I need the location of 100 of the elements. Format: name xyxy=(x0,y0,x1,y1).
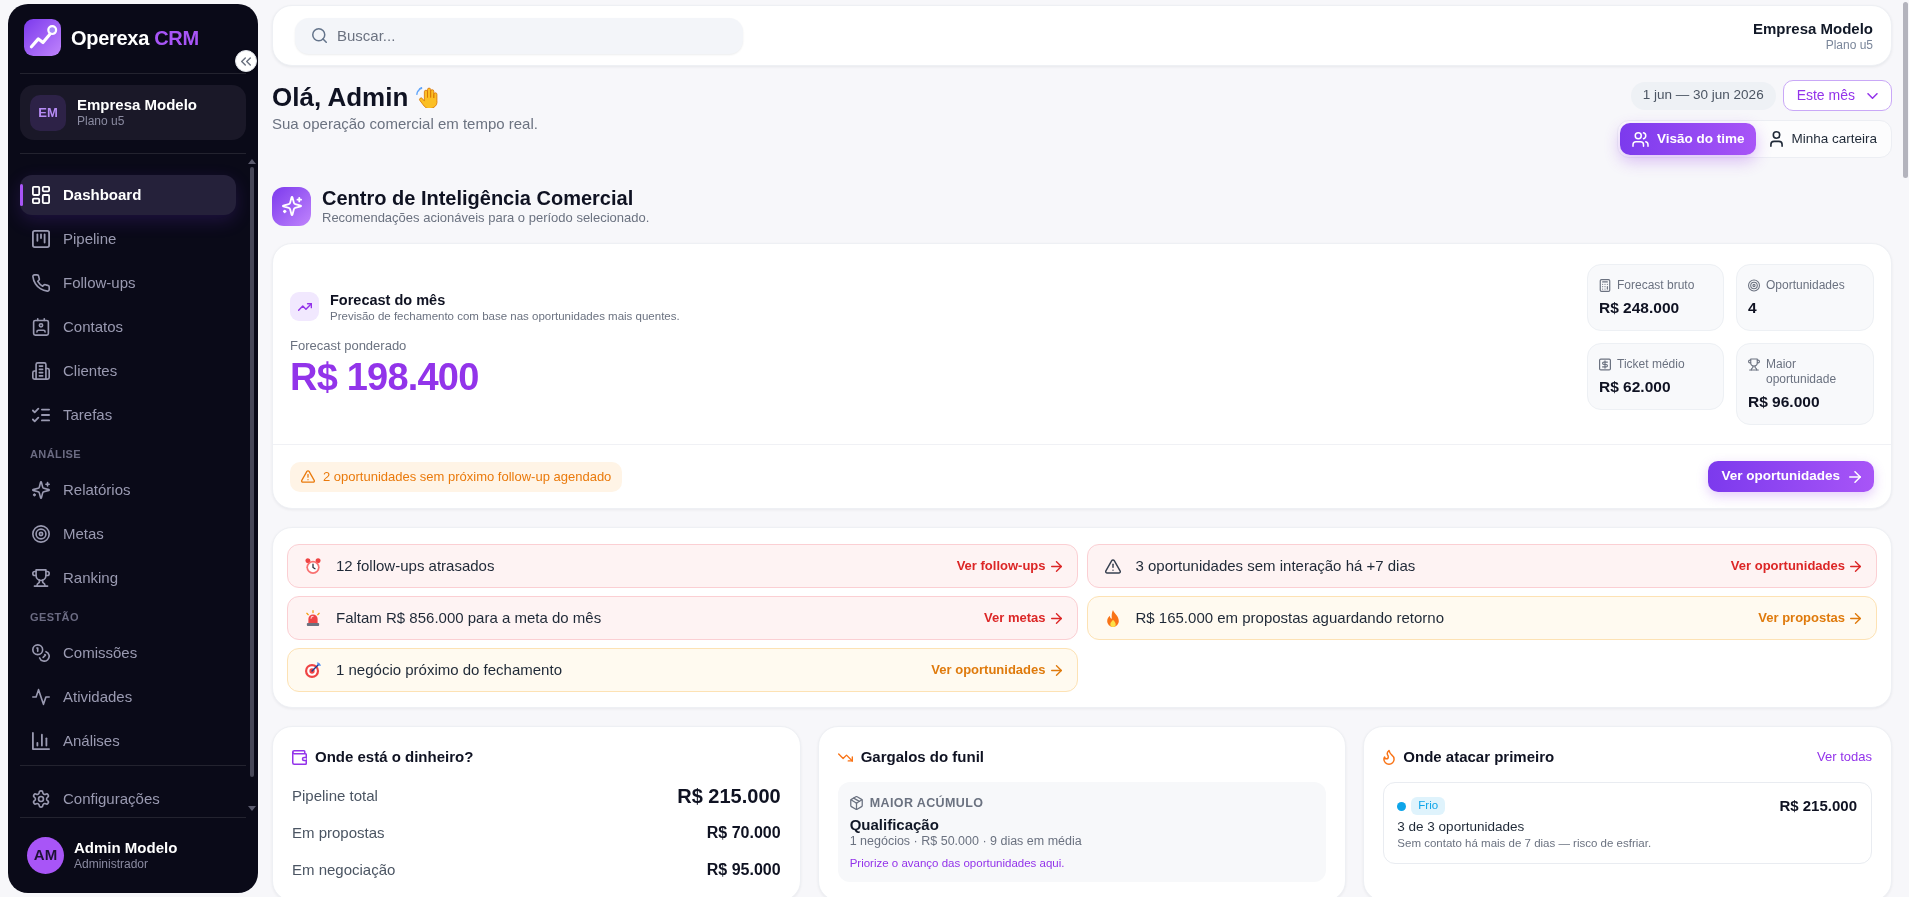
trend-down-icon xyxy=(837,752,853,762)
period-dropdown[interactable]: Este mês xyxy=(1782,80,1892,111)
company-avatar: EM xyxy=(30,94,66,131)
alert-link[interactable]: Ver oportunidades xyxy=(1730,556,1861,576)
nav-item[interactable]: Tarefas xyxy=(20,395,236,435)
user-role: Administrador xyxy=(74,857,150,872)
chevron-down-icon xyxy=(1867,92,1878,99)
stat-value: R$ 96.000 xyxy=(1748,392,1821,411)
arrow-right-icon xyxy=(1849,470,1861,483)
company-card[interactable]: EM Empresa Modelo Plano u5 xyxy=(20,85,246,140)
page-scrollbar-thumb[interactable] xyxy=(1903,2,1908,178)
nav-item[interactable]: Comissões xyxy=(20,633,236,673)
nav-item[interactable]: Ranking xyxy=(20,558,236,598)
company-name: Empresa Modelo xyxy=(1752,18,1873,38)
money-label: Em negociação xyxy=(292,859,396,880)
stat-label: Maior oportunidade xyxy=(1766,357,1838,387)
coins-icon xyxy=(32,644,50,662)
active-indicator xyxy=(20,184,23,206)
arrow-right-icon xyxy=(1050,612,1062,624)
target-icon xyxy=(1748,279,1760,292)
kanban-board-icon xyxy=(32,230,50,248)
view-toggle-button[interactable]: Visão do time xyxy=(1619,123,1757,155)
user-name: Admin Modelo xyxy=(74,839,178,857)
sparkles-icon xyxy=(32,481,50,499)
bar-chart-icon xyxy=(32,732,50,750)
section-title: Centro de Inteligência Comercial xyxy=(322,186,635,210)
priority-note: Sem contato há mais de 7 dias — risco de esfriar. xyxy=(1397,836,1653,850)
forecast-value: R$ 198.400 xyxy=(290,354,480,399)
stat-value: R$ 62.000 xyxy=(1599,377,1672,396)
alert-text: 12 follow-ups atrasados xyxy=(336,555,496,576)
users-icon xyxy=(1631,131,1649,147)
phone-icon xyxy=(32,274,50,292)
flame-icon xyxy=(1383,749,1396,765)
nav-section-label: GESTÃO xyxy=(29,610,80,625)
siren-icon xyxy=(306,610,320,626)
box-icon xyxy=(849,796,863,810)
nav-item[interactable]: Configurações xyxy=(20,785,236,813)
nav-item[interactable]: Metas xyxy=(20,514,236,554)
search-field[interactable]: Buscar... xyxy=(295,17,743,54)
see-all-link[interactable]: Ver todas xyxy=(1817,747,1872,767)
arrow-right-icon xyxy=(1050,560,1062,572)
alert-text: Faltam R$ 856.000 para a meta do mês xyxy=(336,607,603,628)
card-title: Onde atacar primeiro xyxy=(1403,746,1555,767)
warning-icon xyxy=(301,470,315,483)
trend-up-icon xyxy=(290,292,319,321)
view-opportunities-button[interactable]: Ver oportunidades xyxy=(1708,461,1874,492)
money-value: R$ 95.000 xyxy=(706,860,781,880)
nav-item[interactable]: Pipeline xyxy=(20,219,236,259)
warning-text: 2 oportunidades sem próximo follow-up agendado xyxy=(323,467,612,486)
arrow-right-icon xyxy=(1050,664,1062,676)
nav-item[interactable]: Atividades xyxy=(20,677,236,717)
dollar-square-icon xyxy=(1599,358,1611,371)
priority-item[interactable]: Frio R$ 215.000 3 de 3 oportunidades Sem contato há mais de 7 dias — risco de esfriar. xyxy=(1383,782,1872,864)
nav-item[interactable]: Contatos xyxy=(20,307,236,347)
alert-text: 1 negócio próximo do fechamento xyxy=(336,659,563,680)
money-label: Em propostas xyxy=(292,822,385,843)
card-title: Gargalos do funil xyxy=(860,746,984,767)
checklist-icon xyxy=(32,406,50,424)
scroll-up-arrow-icon xyxy=(248,159,256,164)
stat-label: Forecast bruto xyxy=(1617,278,1695,293)
forecast-label: Forecast ponderado xyxy=(290,337,408,354)
nav-item[interactable]: Relatórios xyxy=(20,470,236,510)
card-title: Onde está o dinheiro? xyxy=(315,746,474,767)
brand-name: Operexa CRM xyxy=(71,25,199,51)
dart-target-icon xyxy=(305,662,321,678)
alarm-clock-icon xyxy=(305,558,321,574)
stat-value: 4 xyxy=(1748,298,1758,317)
contact-card-icon xyxy=(32,318,50,336)
calculator-icon xyxy=(1599,279,1611,292)
waving-hand-icon xyxy=(416,86,440,108)
stage-hint: Priorize o avanço das oportunidades aqui. xyxy=(849,856,1066,870)
user-avatar[interactable]: AM xyxy=(27,837,64,874)
target-icon xyxy=(32,525,50,543)
stat-value: R$ 248.000 xyxy=(1599,298,1681,317)
alert-text: R$ 165.000 em propostas aguardando retorno xyxy=(1135,607,1446,628)
pulse-line-icon xyxy=(32,688,50,706)
view-toggle-button[interactable]: Minha carteira xyxy=(1758,123,1889,155)
nav-item[interactable]: Follow-ups xyxy=(20,263,236,303)
money-value: R$ 215.000 xyxy=(677,784,781,809)
layout-grid-icon xyxy=(32,186,50,204)
alert-link[interactable]: Ver metas xyxy=(984,608,1062,628)
nav-item[interactable]: Clientes xyxy=(20,351,236,391)
status-badge: Frio xyxy=(1411,797,1446,815)
search-icon xyxy=(312,27,327,43)
nav-section-label: ANÁLISE xyxy=(29,447,83,462)
alert-link[interactable]: Ver follow-ups xyxy=(956,556,1062,576)
priority-value: R$ 215.000 xyxy=(1779,795,1857,816)
scroll-down-arrow-icon xyxy=(248,806,256,811)
stage-details: 1 negócios · R$ 50.000 · 9 dias em média xyxy=(849,834,1083,849)
nav-item[interactable]: Análises xyxy=(20,721,236,761)
priority-title: 3 de 3 oportunidades xyxy=(1397,818,1526,835)
scrollbar-thumb[interactable] xyxy=(250,167,254,777)
greeting-title: Olá, Admin xyxy=(272,82,409,112)
arrow-right-icon xyxy=(1850,612,1861,624)
nav-item[interactable]: Dashboard xyxy=(20,175,236,215)
trophy-icon xyxy=(32,569,50,587)
warning-icon xyxy=(1104,558,1121,574)
collapse-sidebar-button[interactable] xyxy=(235,50,257,72)
stat-label: Oportunidades xyxy=(1766,278,1845,293)
greeting-subtitle: Sua operação comercial em tempo real. xyxy=(272,115,538,133)
